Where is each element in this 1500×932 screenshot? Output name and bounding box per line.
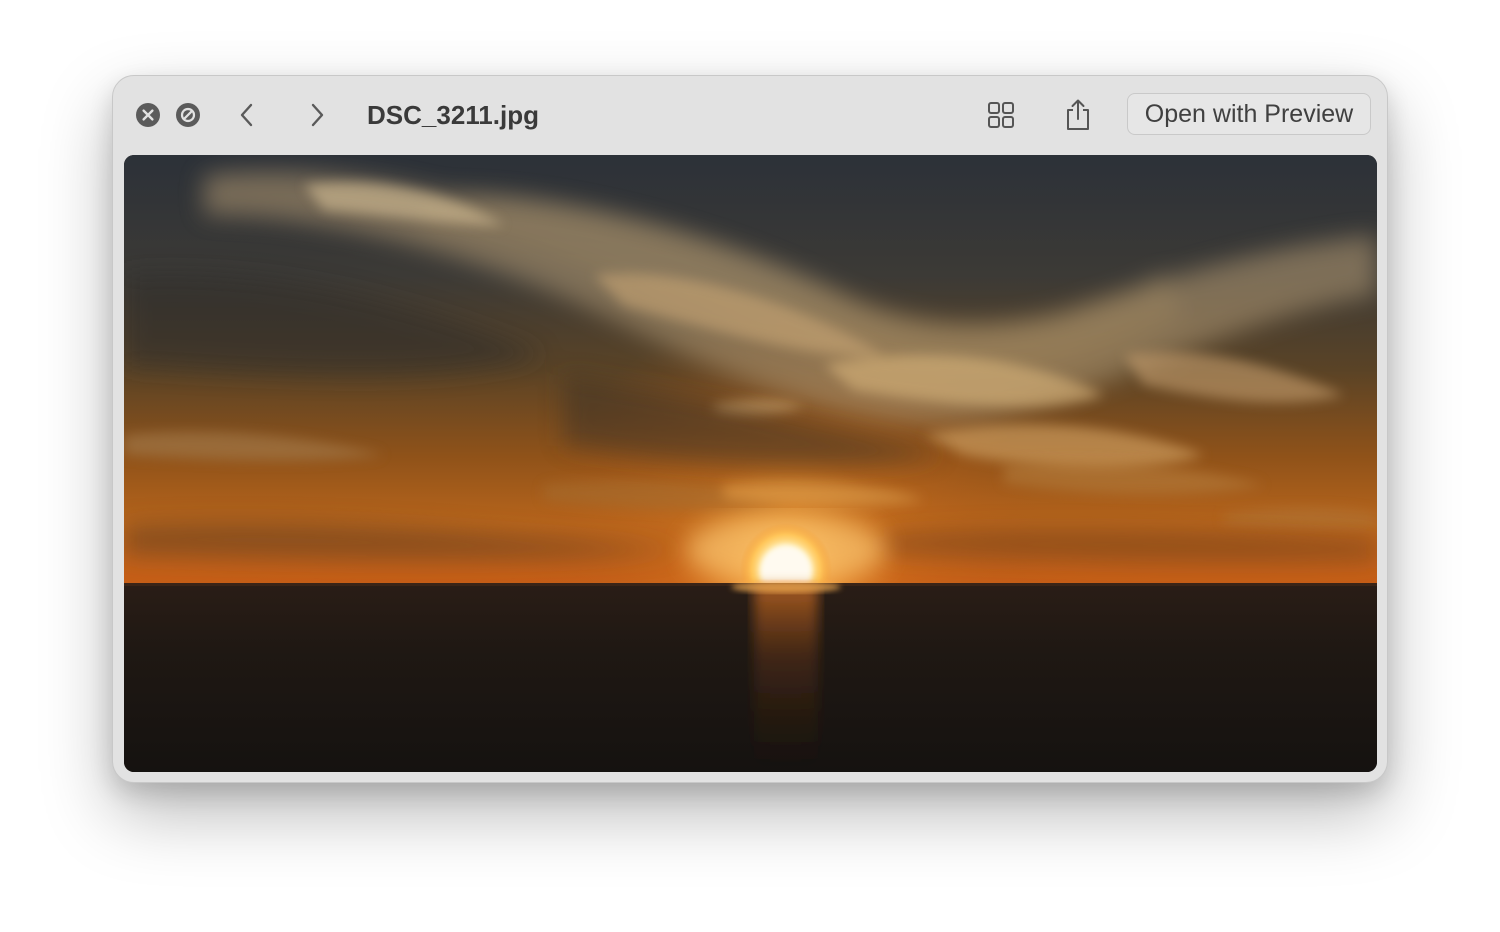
chevron-left-icon bbox=[240, 103, 253, 127]
grid-icon bbox=[988, 102, 1014, 128]
sunset-photo bbox=[124, 155, 1377, 772]
open-with-preview-button[interactable]: Open with Preview bbox=[1127, 93, 1371, 135]
share-button[interactable] bbox=[1059, 96, 1097, 134]
window-title: DSC_3211.jpg bbox=[367, 100, 539, 130]
block-button[interactable] bbox=[176, 103, 200, 127]
image-preview bbox=[124, 155, 1377, 772]
back-button[interactable] bbox=[232, 100, 262, 130]
index-sheet-button[interactable] bbox=[982, 96, 1020, 134]
close-icon bbox=[136, 103, 160, 127]
quick-look-window: DSC_3211.jpg Open with Preview bbox=[112, 75, 1388, 783]
forward-button[interactable] bbox=[302, 100, 332, 130]
share-icon bbox=[1067, 99, 1089, 130]
toolbar: DSC_3211.jpg Open with Preview bbox=[113, 76, 1387, 154]
chevron-right-icon bbox=[311, 103, 324, 127]
block-icon bbox=[176, 103, 200, 127]
close-button[interactable] bbox=[136, 103, 160, 127]
